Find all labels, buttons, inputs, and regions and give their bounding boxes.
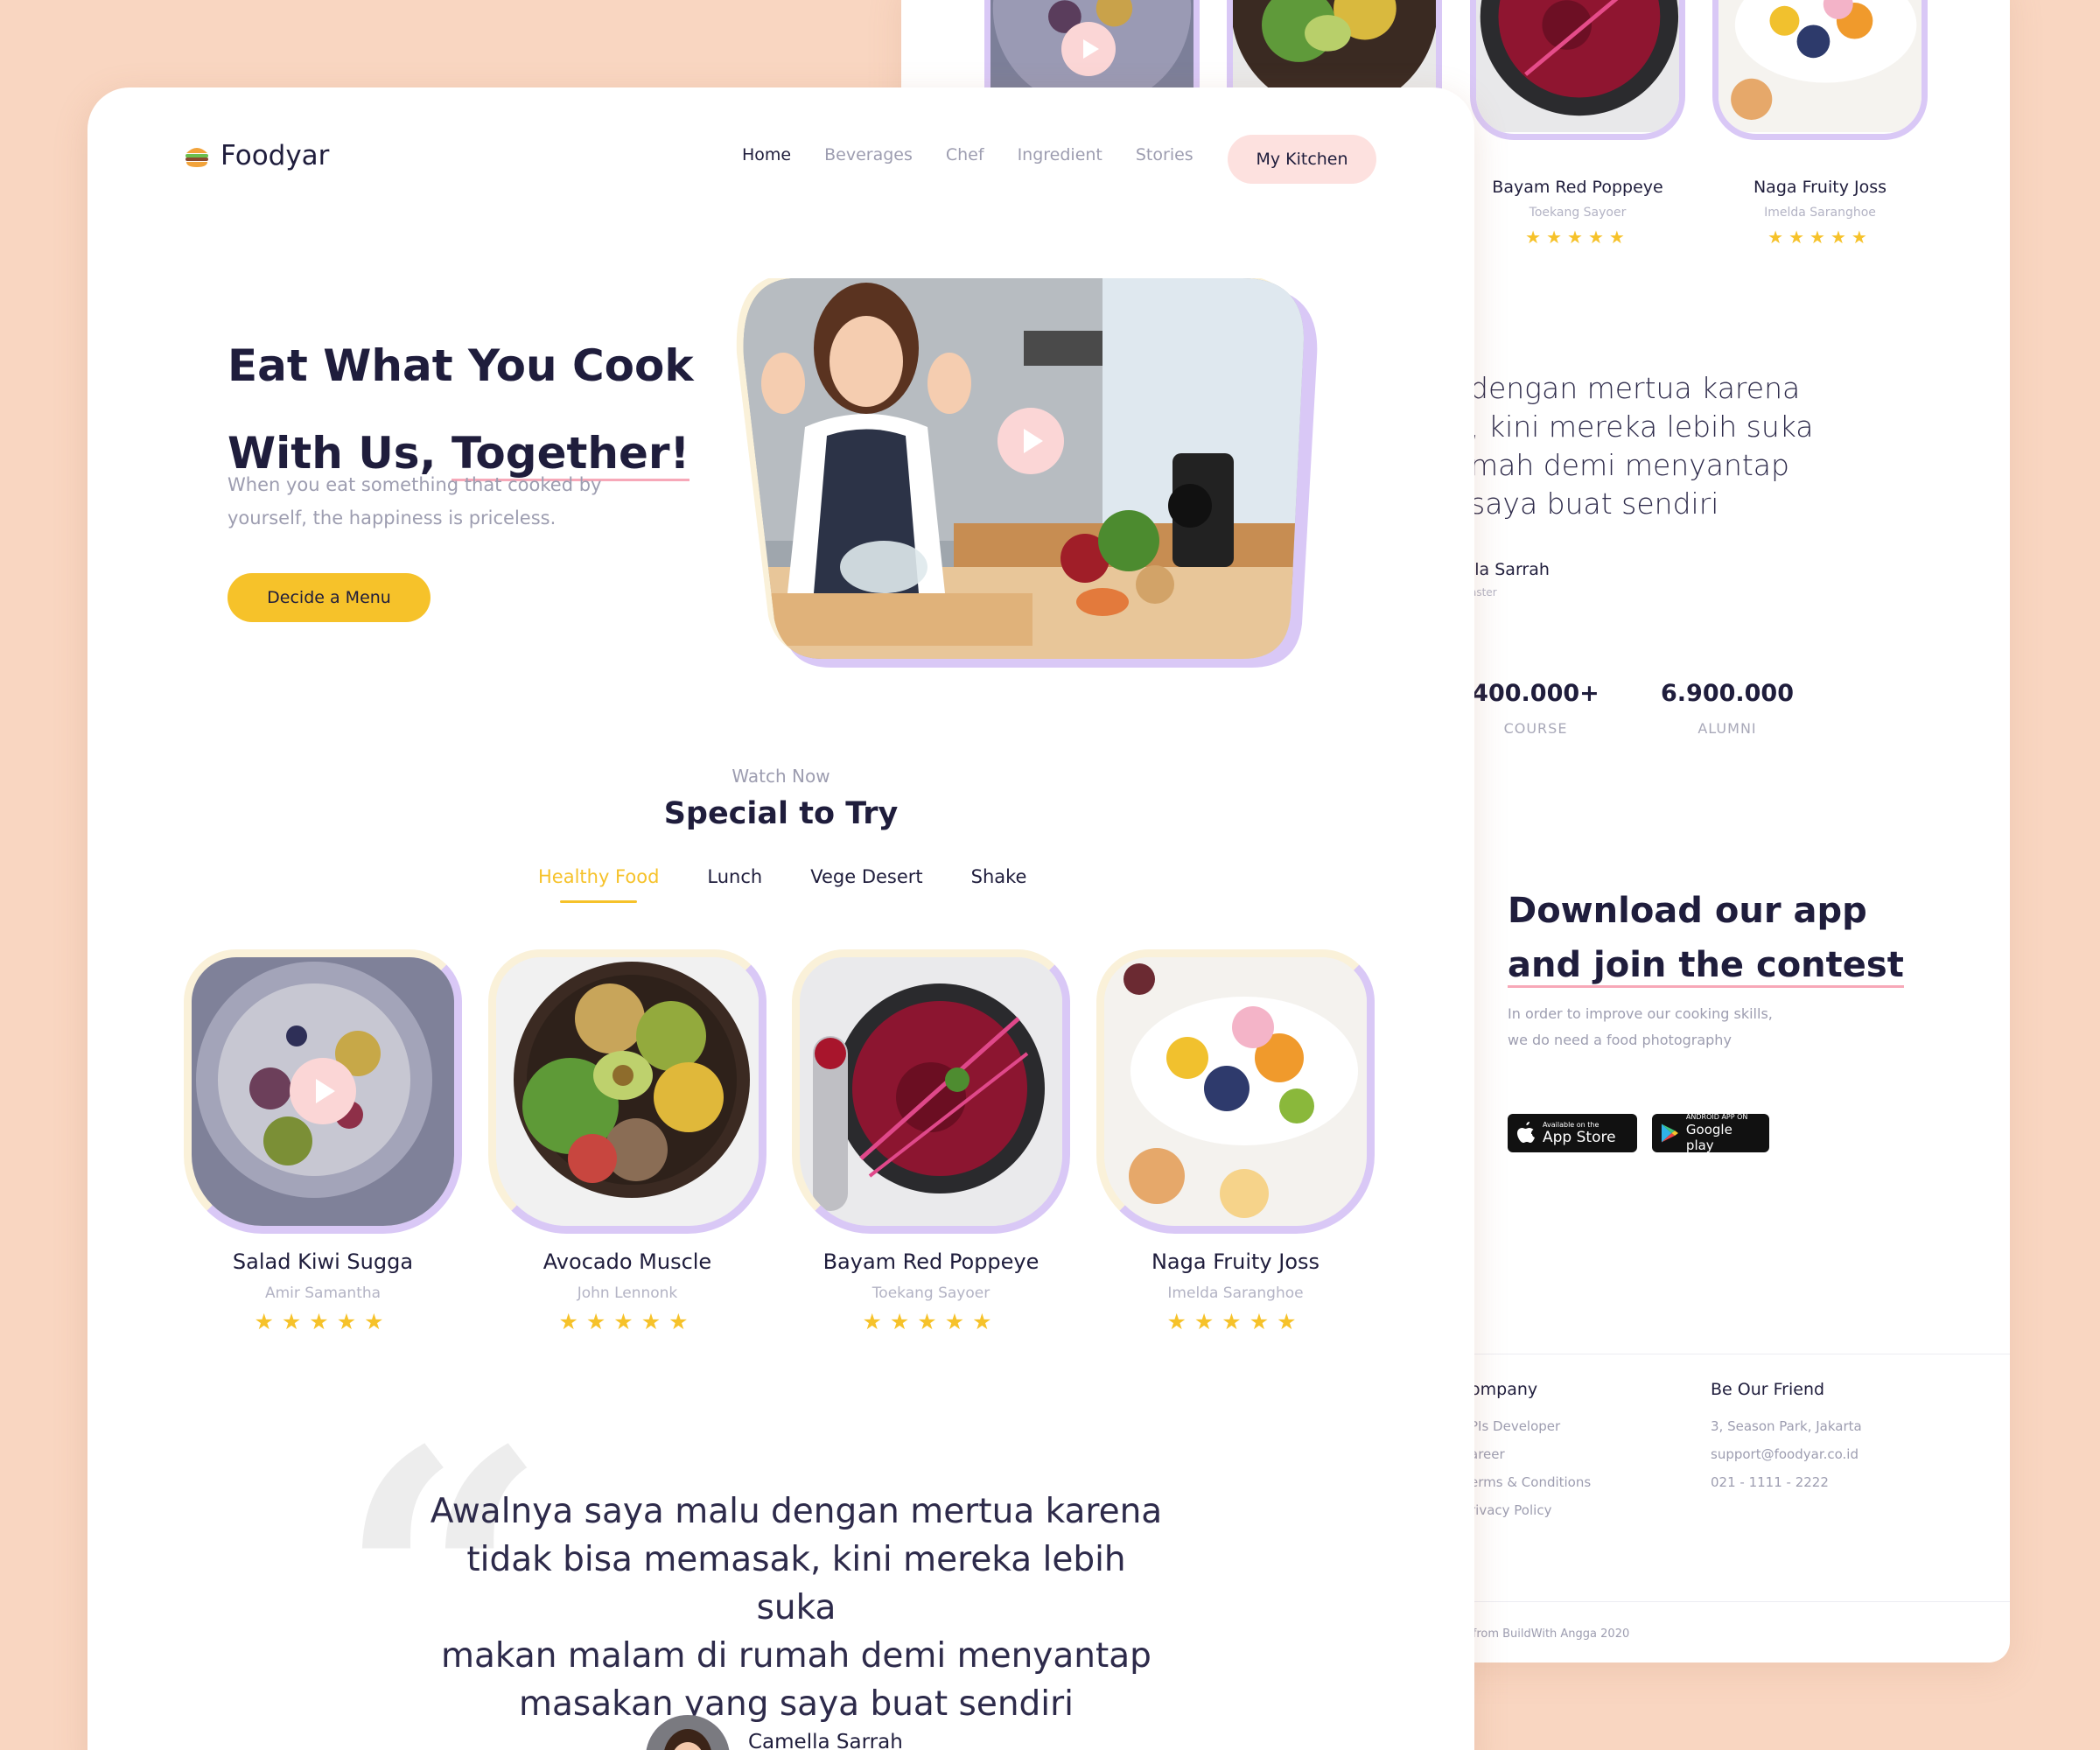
footer-link[interactable]: PIs Developer [1470, 1418, 1560, 1434]
back-card-rating: ★★★★★ [1525, 227, 1630, 248]
recipe-title: Bayam Red Poppeye [822, 1250, 1040, 1274]
rating-stars: ★★★★★ [254, 1309, 392, 1334]
download-description: In order to improve our cooking skills, … [1508, 1005, 1773, 1048]
brand-name: Foodyar [220, 140, 330, 172]
recipe-image[interactable] [184, 949, 462, 1234]
back-card-author: Imelda Saranghoe [1764, 206, 1876, 220]
footer-phone: 021 - 1111 - 2222 [1711, 1474, 1829, 1490]
nav-stories[interactable]: Stories [1136, 145, 1194, 164]
google-play-badge[interactable]: ANDROID APP ON Google play [1652, 1113, 1769, 1153]
stat-course-value: 400.000+ [1472, 680, 1600, 707]
copyright: l from BuildWith Angga 2020 [1466, 1628, 1630, 1641]
back-card-author: Toekang Sayoer [1529, 206, 1627, 220]
recipe-card[interactable]: Bayam Red Poppeye Toekang Sayoer ★★★★★ [792, 949, 1070, 1334]
recipe-title: Naga Fruity Joss [1151, 1250, 1320, 1274]
section-kicker: Watch Now [732, 766, 830, 787]
tab-shake[interactable]: Shake [971, 866, 1027, 887]
recipe-image[interactable] [1096, 949, 1375, 1234]
apple-icon [1517, 1122, 1535, 1143]
rating-stars: ★★★★★ [558, 1309, 696, 1334]
nav-chef[interactable]: Chef [946, 145, 984, 164]
footer-link[interactable]: rivacy Policy [1470, 1502, 1551, 1518]
download-title: Download our app and join the contest [1508, 884, 1910, 992]
app-store-badge[interactable]: Available on the App Store [1508, 1114, 1637, 1152]
recipe-author: Amir Samantha [264, 1284, 382, 1302]
recipe-image[interactable] [792, 949, 1070, 1234]
tab-lunch[interactable]: Lunch [707, 866, 762, 887]
recipe-image[interactable] [488, 949, 766, 1234]
nav-home[interactable]: Home [742, 145, 791, 164]
stat-alumni-value: 6.900.000 [1660, 680, 1795, 707]
footer-email[interactable]: support@foodyar.co.id [1711, 1446, 1858, 1462]
testimonial-name: Camella Sarrah [748, 1731, 903, 1750]
recipe-author: Imelda Saranghoe [1167, 1284, 1304, 1302]
main-nav: Home Beverages Chef Ingredient Stories [742, 145, 1194, 164]
footer-link[interactable]: areer [1470, 1446, 1505, 1462]
stat-course-label: COURSE [1503, 720, 1568, 737]
recipe-title: Salad Kiwi Sugga [232, 1250, 414, 1274]
recipe-title: Avocado Muscle [542, 1250, 712, 1274]
hero-video[interactable] [735, 278, 1321, 668]
category-tabs: Healthy Food Lunch Vege Desert Shake [538, 866, 1027, 903]
back-thumb-naga[interactable] [1712, 0, 1928, 140]
section-title: Special to Try [663, 796, 899, 831]
recipe-card[interactable]: Avocado Muscle John Lennonk ★★★★★ [488, 949, 766, 1334]
back-testimonial-name: lla Sarrah [1470, 560, 1550, 579]
footer-friend-title: Be Our Friend [1711, 1380, 1825, 1399]
recipe-card[interactable]: Salad Kiwi Sugga Amir Samantha ★★★★★ [184, 949, 462, 1334]
play-button[interactable] [290, 1058, 356, 1124]
google-play-icon [1661, 1124, 1678, 1143]
burger-icon [186, 148, 208, 167]
recipe-card[interactable]: Naga Fruity Joss Imelda Saranghoe ★★★★★ [1096, 949, 1375, 1334]
play-button[interactable] [998, 408, 1064, 474]
footer-link[interactable]: erms & Conditions [1470, 1474, 1591, 1490]
recipe-author: Toekang Sayoer [872, 1284, 990, 1302]
footer-address: 3, Season Park, Jakarta [1711, 1418, 1862, 1434]
back-card-title: Naga Fruity Joss [1753, 178, 1887, 197]
back-card-rating: ★★★★★ [1768, 227, 1872, 248]
tab-vege-desert[interactable]: Vege Desert [810, 866, 922, 887]
nav-ingredient[interactable]: Ingredient [1018, 145, 1102, 164]
hero-description: When you eat something that cooked by yo… [228, 474, 602, 528]
rating-stars: ★★★★★ [862, 1309, 1000, 1334]
front-page: Foodyar Home Beverages Chef Ingredient S… [88, 88, 1474, 1750]
play-button[interactable] [1061, 22, 1116, 76]
logo[interactable]: Foodyar [184, 140, 329, 172]
back-thumb-bayam[interactable] [1470, 0, 1685, 140]
back-card-title: Bayam Red Poppeye [1492, 178, 1663, 197]
tab-healthy-food[interactable]: Healthy Food [538, 866, 659, 903]
footer-company-title: ompany [1470, 1380, 1538, 1399]
recipe-author: John Lennonk [577, 1284, 678, 1302]
stat-alumni-label: ALUMNI [1698, 720, 1757, 737]
rating-stars: ★★★★★ [1166, 1309, 1305, 1334]
nav-beverages[interactable]: Beverages [824, 145, 913, 164]
my-kitchen-button[interactable]: My Kitchen [1228, 135, 1376, 184]
back-testimonial-quote: dengan mertua karena , kini mereka lebih… [1470, 371, 1814, 521]
testimonial-quote: Awalnya saya malu dengan mertua karena t… [430, 1492, 1163, 1724]
decide-menu-button[interactable]: Decide a Menu [228, 573, 430, 622]
